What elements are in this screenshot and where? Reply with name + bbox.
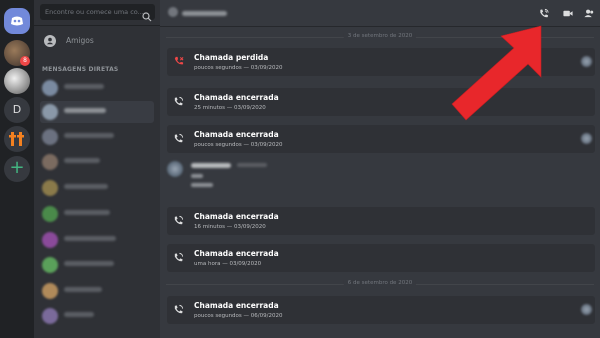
call-subtitle: poucos segundos — 06/09/2020 — [194, 313, 283, 319]
add-server-button[interactable]: + — [4, 156, 30, 182]
call-ended-icon — [174, 215, 184, 225]
message-text — [191, 183, 213, 187]
dm-list-item[interactable] — [40, 254, 154, 276]
call-subtitle: poucos segundos — 03/09/2020 — [194, 65, 283, 71]
chat-topbar — [160, 0, 600, 27]
dm-list-item-selected[interactable] — [40, 101, 154, 123]
dm-list-item[interactable] — [40, 280, 154, 302]
search-icon — [142, 7, 152, 26]
message-timestamp — [237, 163, 267, 167]
add-member-icon[interactable] — [583, 8, 595, 19]
dm-list-item[interactable] — [40, 203, 154, 225]
date-separator: 6 de setembro de 2020 — [166, 280, 594, 286]
server-icon-white[interactable] — [4, 68, 30, 94]
call-ended-icon — [174, 304, 184, 314]
call-ended-icon — [174, 133, 184, 143]
direct-messages-header: MENSAGENS DIRETAS — [42, 66, 119, 73]
call-title: Chamada encerrada — [194, 130, 279, 139]
author-avatar — [167, 161, 183, 177]
missed-call-icon — [174, 56, 184, 65]
at-icon — [168, 7, 178, 17]
call-entry: Chamada encerrada uma hora — 03/09/2020 — [167, 244, 595, 272]
date-separator: 3 de setembro de 2020 — [166, 33, 594, 39]
friends-label: Amigos — [66, 36, 94, 45]
call-ended-icon — [174, 96, 184, 106]
call-entry: Chamada encerrada poucos segundos — 06/0… — [167, 296, 595, 324]
call-title: Chamada encerrada — [194, 301, 279, 310]
call-subtitle: 25 minutos — 03/09/2020 — [194, 105, 266, 111]
server-icon-tt[interactable] — [4, 126, 30, 152]
discord-logo-icon — [11, 16, 23, 26]
dm-list-item[interactable] — [40, 229, 154, 251]
message-text — [191, 174, 203, 178]
voice-call-icon[interactable] — [538, 8, 550, 19]
call-entry: Chamada encerrada 16 minutos — 03/09/202… — [167, 207, 595, 235]
call-subtitle: uma hora — 03/09/2020 — [194, 261, 262, 267]
call-subtitle: poucos segundos — 03/09/2020 — [194, 142, 283, 148]
participant-avatar — [581, 304, 592, 315]
video-call-icon[interactable] — [562, 8, 574, 19]
friends-icon — [44, 35, 56, 47]
call-subtitle: 16 minutos — 03/09/2020 — [194, 224, 266, 230]
dm-list-item[interactable] — [40, 177, 154, 199]
participant-avatar — [581, 133, 592, 144]
call-title: Chamada encerrada — [194, 249, 279, 258]
tt-logo-icon — [9, 132, 24, 146]
call-entry: Chamada encerrada poucos segundos — 03/0… — [167, 125, 595, 153]
friends-nav-item[interactable]: Amigos — [40, 32, 154, 50]
dm-list-item[interactable] — [40, 305, 154, 327]
home-button[interactable] — [4, 8, 30, 34]
channel-username — [182, 11, 227, 16]
divider — [34, 25, 160, 26]
message-group — [167, 158, 595, 198]
author-name — [191, 163, 231, 168]
call-ended-icon — [174, 252, 184, 262]
dm-list-item[interactable] — [40, 77, 154, 99]
call-title: Chamada encerrada — [194, 93, 279, 102]
dm-list-item[interactable] — [40, 151, 154, 173]
dm-list-item[interactable] — [40, 126, 154, 148]
notification-badge: 8 — [20, 56, 30, 66]
call-entry-missed: Chamada perdida poucos segundos — 03/09/… — [167, 48, 595, 76]
call-title: Chamada perdida — [194, 53, 269, 62]
server-icon-d[interactable]: D — [4, 97, 30, 123]
call-title: Chamada encerrada — [194, 212, 279, 221]
dm-sidebar: Encontre ou comece uma co... Amigos MENS… — [34, 0, 160, 338]
call-entry: Chamada encerrada 25 minutos — 03/09/202… — [167, 88, 595, 116]
chat-area: 3 de setembro de 2020 Chamada perdida po… — [160, 0, 600, 338]
search-input[interactable]: Encontre ou comece uma co... — [40, 4, 155, 20]
server-rail: 8 D + — [0, 0, 34, 338]
participant-avatar — [581, 56, 592, 67]
